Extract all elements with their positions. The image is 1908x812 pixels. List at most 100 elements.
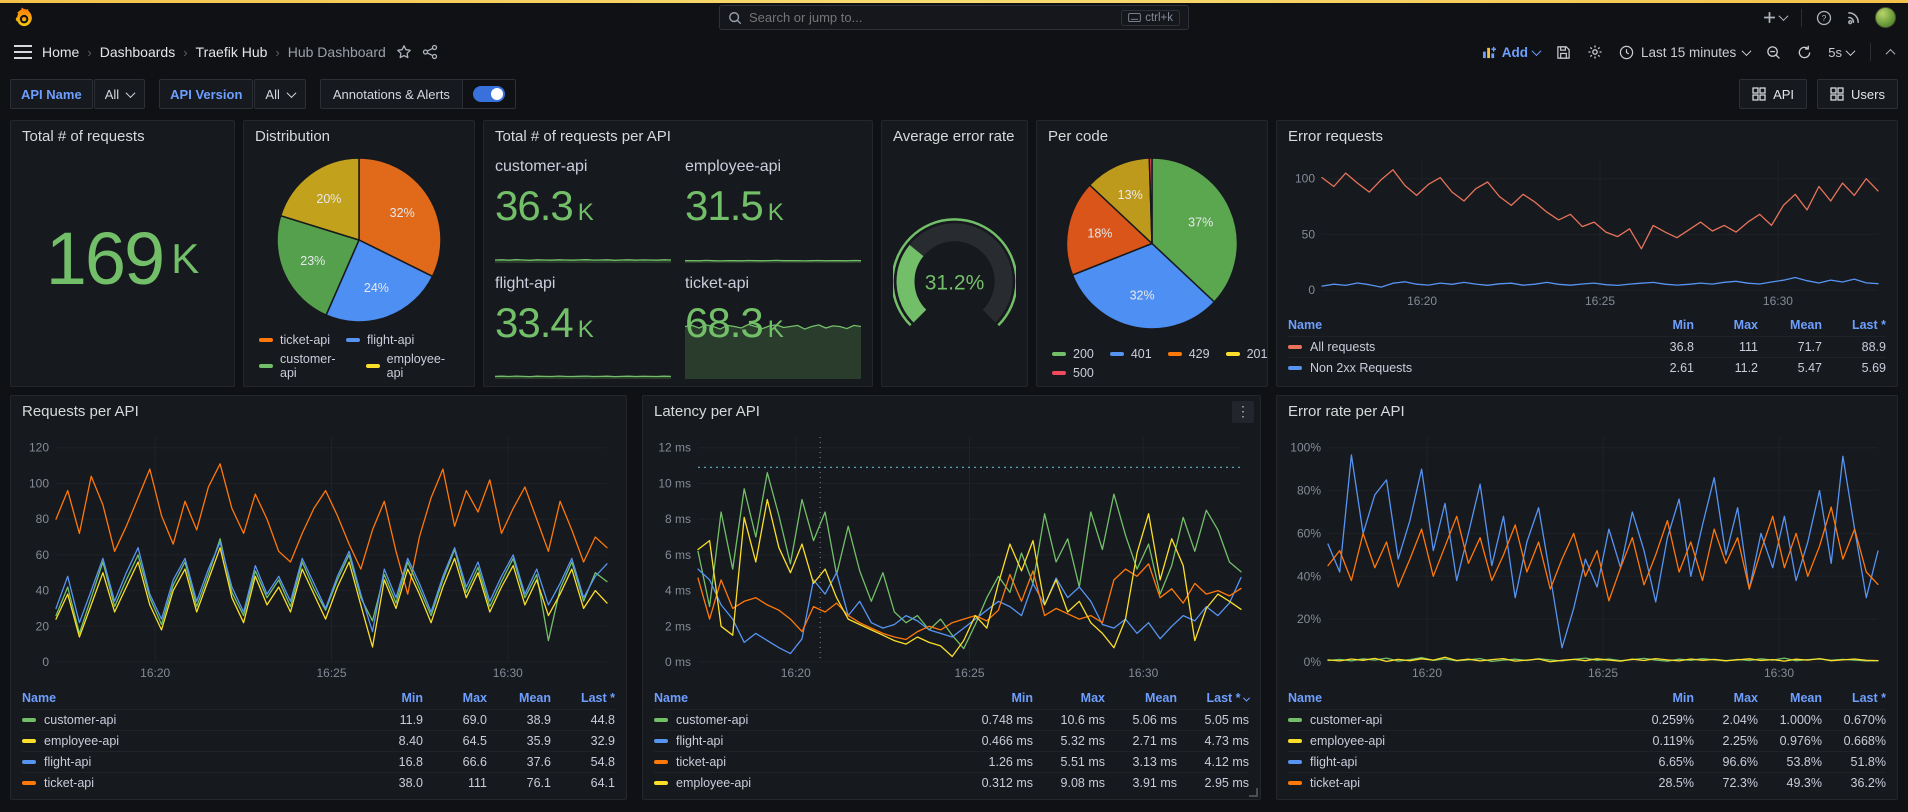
chevron-up-icon <box>1885 48 1896 59</box>
table-row[interactable]: Non 2xx Requests 2.61 11.2 5.47 5.69 <box>1288 357 1886 378</box>
time-range-picker[interactable]: Last 15 minutes <box>1619 45 1752 60</box>
col-last[interactable]: Last * <box>1822 318 1886 332</box>
requests-per-api-chart[interactable]: 0 20 40 60 80 100 120 16:20 16:25 16:30 <box>22 427 615 683</box>
table-cell: 44.8 <box>590 713 615 727</box>
svg-text:40%: 40% <box>1297 569 1321 583</box>
api-name-filter-value[interactable]: All <box>93 79 146 109</box>
table-row[interactable]: employee-api 0.312 ms 9.08 ms 3.91 ms 2.95 m… <box>654 772 1249 793</box>
col-name[interactable]: Name <box>654 691 961 705</box>
col-min[interactable]: Min <box>1630 318 1694 332</box>
col-max[interactable]: Max <box>1033 691 1105 705</box>
table-row[interactable]: customer-api 11.9 69.0 38.9 44.8 <box>22 709 615 730</box>
favorite-star-icon[interactable] <box>396 44 412 60</box>
legend-item[interactable]: 429 <box>1167 347 1210 361</box>
panel-title[interactable]: Requests per API <box>22 403 615 427</box>
save-dashboard-button[interactable] <box>1556 45 1571 60</box>
table-row[interactable]: customer-api 0.259% 2.04% 1.000% 0.670% <box>1288 709 1886 730</box>
breadcrumb-item[interactable]: Traefik Hub <box>196 44 268 60</box>
user-avatar[interactable] <box>1875 7 1896 28</box>
legend-item[interactable]: ticket-api <box>259 333 330 347</box>
table-row[interactable]: All requests 36.8 111 71.7 88.9 <box>1288 336 1886 357</box>
panel-title[interactable]: Average error rate <box>893 128 1016 152</box>
col-mean[interactable]: Mean <box>487 691 551 705</box>
col-last[interactable]: Last * <box>1822 691 1886 705</box>
series-color-swatch <box>22 718 36 722</box>
series-color-swatch <box>346 338 361 342</box>
col-min[interactable]: Min <box>359 691 423 705</box>
col-name[interactable]: Name <box>22 691 359 705</box>
users-dashboard-link[interactable]: Users <box>1817 79 1898 109</box>
table-cell: 96.6% <box>1722 755 1758 769</box>
error-rate-per-api-chart[interactable]: 0% 20% 40% 60% 80% 100% 16:20 16:25 16:30 <box>1288 427 1886 683</box>
panel-title[interactable]: Total # of requests <box>22 128 223 152</box>
menu-toggle-icon[interactable] <box>14 45 32 59</box>
legend-item[interactable]: 201 <box>1225 347 1267 361</box>
api-version-filter-value[interactable]: All <box>254 79 306 109</box>
svg-text:0 ms: 0 ms <box>665 655 691 669</box>
table-row[interactable]: flight-api 6.65% 96.6% 53.8% 51.8% <box>1288 751 1886 772</box>
panel-title[interactable]: Error rate per API <box>1288 403 1886 427</box>
dashboard-settings-button[interactable] <box>1587 44 1603 60</box>
table-row[interactable]: flight-api 16.8 66.6 37.6 54.8 <box>22 751 615 772</box>
table-row[interactable]: customer-api 0.748 ms 10.6 ms 5.06 ms 5.05 m… <box>654 709 1249 730</box>
search-input[interactable] <box>749 10 1115 25</box>
table-row[interactable]: ticket-api 1.26 ms 5.51 ms 3.13 ms 4.12 ms <box>654 751 1249 772</box>
per-code-pie-chart[interactable]: 37% 32% 18% 13% <box>1048 152 1256 338</box>
col-max[interactable]: Max <box>1694 318 1758 332</box>
new-menu-button[interactable] <box>1763 11 1789 24</box>
legend-item[interactable]: 200 <box>1052 347 1094 361</box>
global-search[interactable]: ctrl+k <box>719 5 1189 30</box>
col-last[interactable]: Last * <box>1177 691 1251 705</box>
col-last[interactable]: Last * <box>551 691 615 705</box>
help-button[interactable]: ? <box>1816 10 1832 26</box>
grafana-logo-icon[interactable] <box>12 6 34 29</box>
col-min[interactable]: Min <box>961 691 1033 705</box>
svg-text:16:30: 16:30 <box>1763 294 1793 308</box>
col-mean[interactable]: Mean <box>1758 691 1822 705</box>
error-requests-chart[interactable]: 0 50 100 16:20 16:25 16:30 <box>1288 152 1886 310</box>
legend-item[interactable]: employee-api <box>365 352 459 380</box>
api-dashboard-link[interactable]: API <box>1739 79 1808 109</box>
share-icon[interactable] <box>422 44 438 60</box>
breadcrumb-item[interactable]: Home <box>42 44 79 60</box>
col-max[interactable]: Max <box>423 691 487 705</box>
latency-per-api-chart[interactable]: 0 ms 2 ms 4 ms 6 ms 8 ms 10 ms 12 ms 16:20 16:25… <box>654 427 1249 683</box>
svg-text:23%: 23% <box>300 254 325 268</box>
apps-grid-icon <box>1752 87 1766 101</box>
table-row[interactable]: flight-api 0.466 ms 5.32 ms 2.71 ms 4.73 ms <box>654 730 1249 751</box>
collapse-toolbar-button[interactable] <box>1885 48 1896 59</box>
panel-resize-handle[interactable] <box>1249 788 1258 797</box>
add-panel-button[interactable]: Add <box>1482 45 1542 60</box>
table-row[interactable]: employee-api 8.40 64.5 35.9 32.9 <box>22 730 615 751</box>
table-row[interactable]: ticket-api 38.0 111 76.1 64.1 <box>22 772 615 793</box>
col-max[interactable]: Max <box>1694 691 1758 705</box>
table-row[interactable]: employee-api 0.119% 2.25% 0.976% 0.668% <box>1288 730 1886 751</box>
refresh-interval-dropdown[interactable]: 5s <box>1828 45 1856 60</box>
legend-item[interactable]: 401 <box>1109 347 1152 361</box>
series-color-swatch <box>1288 345 1302 349</box>
panel-title[interactable]: Per code <box>1048 128 1256 152</box>
table-row[interactable]: ticket-api 28.5% 72.3% 49.3% 36.2% <box>1288 772 1886 793</box>
panel-title[interactable]: Total # of requests per API <box>495 128 861 152</box>
panel-title[interactable]: Distribution <box>255 128 463 152</box>
breadcrumb-item[interactable]: Dashboards <box>100 44 176 60</box>
legend-item[interactable]: customer-api <box>259 352 350 380</box>
distribution-pie-chart[interactable]: 32% 24% 23% 20% <box>255 152 463 331</box>
col-mean[interactable]: Mean <box>1758 318 1822 332</box>
panel-title[interactable]: Latency per API <box>654 403 1249 427</box>
legend-item[interactable]: flight-api <box>346 333 414 347</box>
col-name[interactable]: Name <box>1288 691 1630 705</box>
news-button[interactable] <box>1846 10 1861 25</box>
api-name-filter-label: API Name <box>10 79 93 109</box>
col-min[interactable]: Min <box>1630 691 1694 705</box>
col-name[interactable]: Name <box>1288 318 1630 332</box>
refresh-button[interactable] <box>1797 45 1812 60</box>
zoom-out-button[interactable] <box>1766 45 1781 60</box>
legend-item[interactable]: 500 <box>1052 366 1094 380</box>
panel-menu-kebab-icon[interactable]: ⋮ <box>1232 401 1254 423</box>
panel-title[interactable]: Error requests <box>1288 128 1886 152</box>
breadcrumb-item[interactable]: Hub Dashboard <box>288 44 386 60</box>
col-mean[interactable]: Mean <box>1105 691 1177 705</box>
annotations-toggle[interactable] <box>472 86 505 102</box>
refresh-icon <box>1798 45 1811 58</box>
